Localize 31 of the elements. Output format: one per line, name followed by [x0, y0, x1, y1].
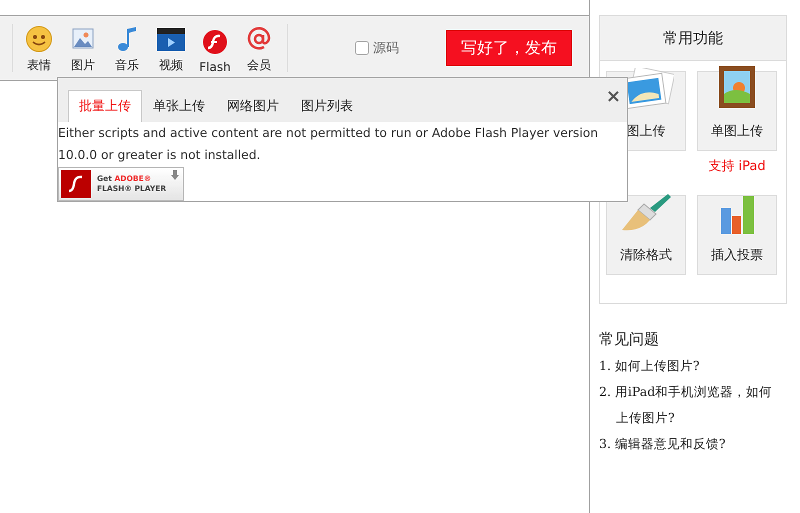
at-sign-icon	[246, 26, 272, 52]
faq-link[interactable]: 2. 用iPad和手机浏览器，如何上传图片?	[599, 379, 784, 431]
tab[interactable]: 图片列表	[290, 90, 364, 122]
image-icon	[71, 27, 95, 51]
music-note-icon	[115, 25, 139, 53]
faq-title: 常见问题	[599, 330, 660, 349]
toolbar-button[interactable]: 视频	[149, 22, 193, 74]
faq-link[interactable]: 3. 编辑器意见和反馈?	[599, 431, 784, 457]
tool-tile[interactable]: 插入投票	[697, 195, 777, 275]
publish-button[interactable]: 写好了，发布	[446, 30, 572, 66]
flash-button[interactable]: Flash	[193, 22, 237, 74]
faq-link[interactable]: 1. 如何上传图片?	[599, 353, 784, 379]
toolbar-button[interactable]: 音乐	[105, 22, 149, 74]
tab[interactable]: 批量上传	[68, 90, 142, 122]
toolbar-button[interactable]: 会员	[237, 22, 281, 74]
ipad-note: 支持 iPad	[707, 158, 767, 175]
checkbox-label[interactable]: 源码	[373, 39, 399, 57]
flash-logo-icon	[68, 174, 84, 194]
close-button[interactable]: ×	[606, 86, 621, 107]
panel-header: 常用功能	[600, 16, 786, 61]
clapperboard-icon	[156, 26, 186, 52]
tool-tile[interactable]: 清除格式	[606, 195, 686, 275]
toolbar-button[interactable]: 表情	[17, 22, 61, 74]
smiley-icon	[25, 25, 53, 53]
error-message: Either scripts and active content are not permitted to run or Adobe Flash Player version 10.0.0 or greater is not installed.	[58, 125, 600, 164]
toolbar-button[interactable]: 图片	[61, 22, 105, 74]
checkbox[interactable]	[355, 41, 369, 55]
download-arrow-icon	[171, 170, 179, 180]
tab[interactable]: 单张上传	[142, 90, 216, 122]
flash-icon	[202, 29, 228, 55]
tab[interactable]: 网络图片	[216, 90, 290, 122]
